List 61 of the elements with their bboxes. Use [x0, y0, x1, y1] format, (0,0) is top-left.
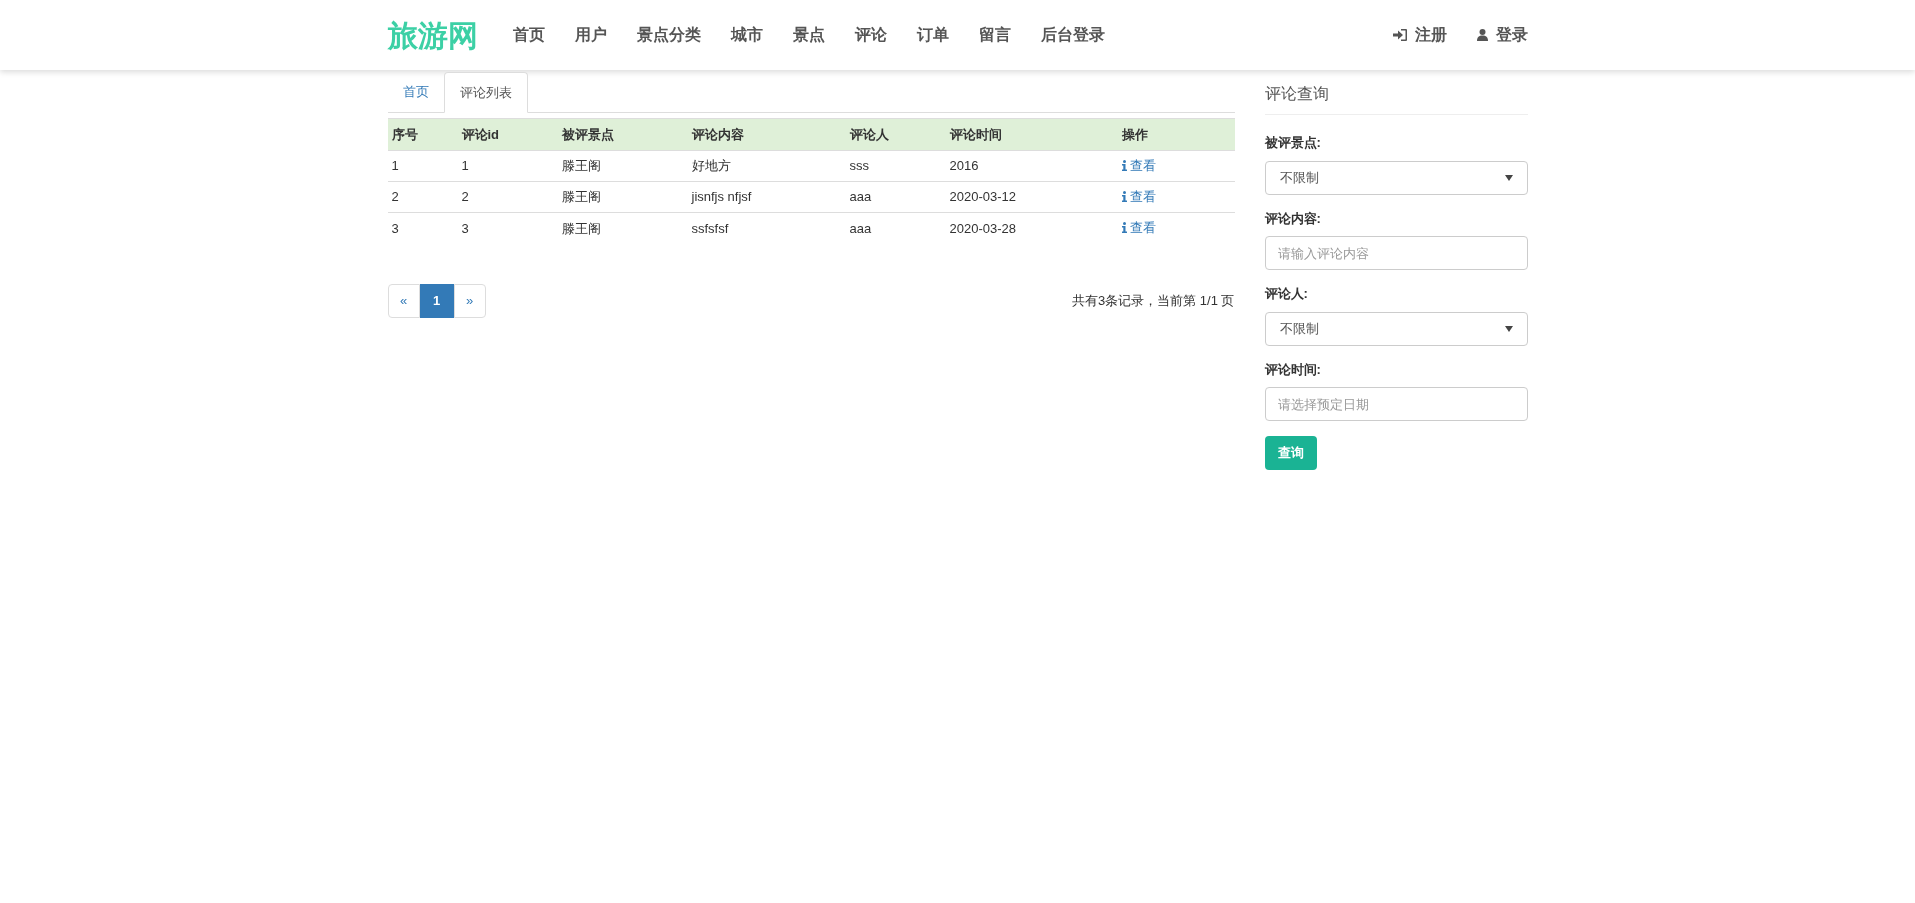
table-cell: 滕王阁 [561, 220, 601, 236]
nav-link[interactable]: 评论 [839, 23, 902, 47]
column-header: 评论人 [845, 118, 946, 151]
field-label: 评论内容: [1264, 209, 1322, 228]
table-cell: 2 [461, 189, 469, 205]
column-header: 被评景点 [557, 118, 688, 151]
table-cell: 2020-03-12 [949, 189, 1016, 205]
info-icon [1121, 190, 1127, 202]
nav-link[interactable]: 登录 [1476, 23, 1528, 47]
nav-link[interactable]: 后台登录 [1025, 23, 1120, 47]
view-link[interactable]: 查看 [1121, 217, 1156, 238]
field-label: 评论时间: [1264, 360, 1322, 379]
input-field[interactable]: 请选择预定日期 [1264, 387, 1528, 421]
panel-title: 评论查询 [1264, 82, 1528, 115]
table-cell: 3 [391, 220, 399, 236]
tab[interactable]: 评论列表 [443, 72, 528, 113]
nav-link[interactable]: 城市 [715, 23, 778, 47]
nav-link[interactable]: 景点 [777, 23, 840, 47]
column-header: 评论id [457, 118, 558, 151]
column-header: 操作 [1117, 118, 1235, 151]
user-icon [1476, 29, 1488, 41]
table-cell: 1 [461, 158, 469, 174]
table-cell: aaa [849, 220, 872, 236]
nav-link[interactable]: 注册 [1392, 23, 1447, 47]
view-link[interactable]: 查看 [1121, 186, 1156, 207]
record-summary: 共有3条记录，当前第 1/1 页 [1071, 291, 1235, 310]
table-cell: 2020-03-28 [949, 220, 1016, 236]
tab[interactable]: 首页 [387, 71, 444, 112]
nav-link[interactable]: 景点分类 [621, 23, 716, 47]
column-header: 评论内容 [687, 118, 846, 151]
info-icon [1121, 222, 1127, 234]
table-cell: sss [849, 158, 869, 174]
field-label: 评论人: [1264, 285, 1309, 303]
nav-link[interactable]: 用户 [559, 23, 622, 47]
table-cell: ssfsfsf [691, 220, 729, 236]
table-cell: 2016 [949, 158, 979, 174]
column-header: 序号 [387, 118, 458, 151]
table-cell: 滕王阁 [561, 189, 601, 205]
table-cell: aaa [849, 189, 872, 205]
input-field[interactable]: 请输入评论内容 [1264, 236, 1528, 270]
info-icon [1121, 159, 1127, 171]
caret-icon [1504, 174, 1513, 181]
select-field[interactable]: 不限制 [1264, 160, 1528, 195]
select-field[interactable]: 不限制 [1264, 311, 1528, 346]
caret-icon [1504, 325, 1513, 332]
table-cell: jisnfjs nfjsf [691, 189, 752, 205]
table-cell: 好地方 [691, 158, 731, 174]
nav-link[interactable]: 订单 [901, 23, 964, 47]
page-button[interactable]: 1 [419, 283, 454, 318]
column-header: 评论时间 [945, 118, 1118, 151]
previous-page-button[interactable]: « [387, 283, 420, 318]
nav-link[interactable]: 首页 [497, 23, 560, 47]
nav-link[interactable]: 留言 [963, 23, 1026, 47]
table-cell: 滕王阁 [561, 158, 601, 174]
table-cell: 3 [461, 220, 469, 236]
sign-in-icon [1392, 29, 1407, 41]
table-cell: 2 [391, 189, 399, 205]
field-label: 被评景点: [1264, 134, 1322, 152]
next-page-button[interactable]: » [453, 283, 486, 318]
view-link[interactable]: 查看 [1121, 155, 1156, 176]
table-cell: 1 [391, 158, 399, 174]
